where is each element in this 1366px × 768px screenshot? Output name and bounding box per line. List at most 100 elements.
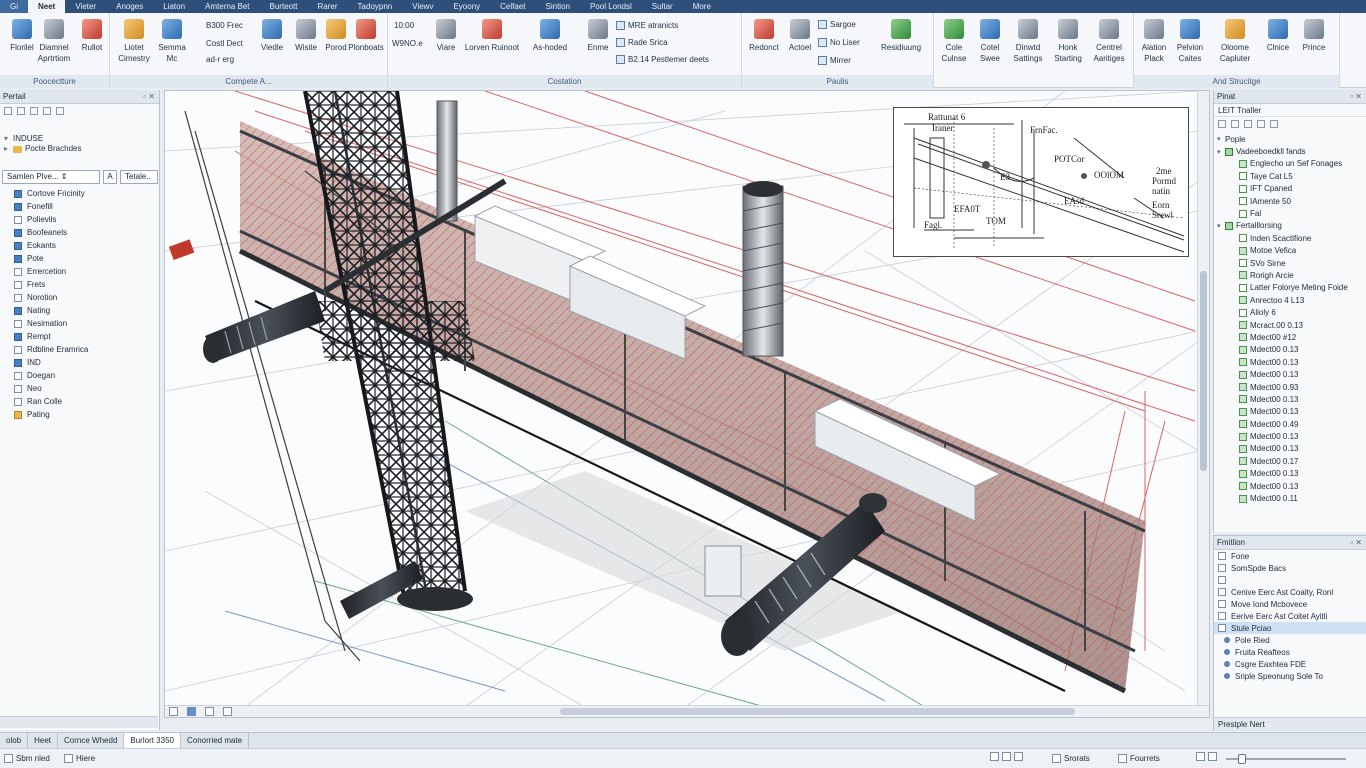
- checkbox[interactable]: [1218, 612, 1226, 620]
- tree-item[interactable]: Taye Cat L5: [1217, 170, 1363, 182]
- hunk-starting-button[interactable]: Honk Starting: [1048, 17, 1088, 69]
- tree-item[interactable]: Mdect00 0.13: [1217, 480, 1363, 492]
- property-row[interactable]: Eerive Eerc Ast Coitet Ayitli: [1214, 610, 1366, 622]
- chevron-down-icon[interactable]: ▾: [1217, 135, 1225, 143]
- liotet-button[interactable]: Liotet Cimestry: [114, 17, 154, 69]
- viare-button[interactable]: Viare: [426, 17, 466, 69]
- tree-root[interactable]: ▾ Pople: [1217, 133, 1363, 145]
- status-item[interactable]: Srorats: [1052, 752, 1090, 765]
- checkbox[interactable]: [1218, 552, 1226, 560]
- layer-item[interactable]: Norotion: [0, 291, 158, 304]
- visibility-checkbox[interactable]: [1239, 432, 1247, 441]
- visibility-checkbox[interactable]: [1239, 407, 1247, 416]
- toolbar-icon[interactable]: [56, 107, 64, 115]
- tree-item[interactable]: Motoe Vefica: [1217, 245, 1363, 257]
- visibility-checkbox[interactable]: [1239, 197, 1247, 206]
- view-toggle-icon[interactable]: [223, 707, 232, 716]
- residiuung-button[interactable]: Residiuung: [874, 17, 928, 69]
- layer-checkbox[interactable]: [14, 241, 22, 250]
- chevron-down-icon[interactable]: ▾: [4, 134, 13, 144]
- status-item[interactable]: Fourrets: [1118, 752, 1160, 765]
- horizontal-scrollbar[interactable]: [165, 705, 1209, 717]
- status-item[interactable]: Sbm nled: [4, 752, 50, 765]
- checkbox[interactable]: [1218, 624, 1226, 632]
- tree-item[interactable]: Englecho un Sef Fonages: [1217, 158, 1363, 170]
- visibility-checkbox[interactable]: [1239, 358, 1247, 367]
- layer-checkbox[interactable]: [14, 345, 22, 354]
- tree-node[interactable]: ▾ INDUSE: [4, 134, 155, 144]
- tree-item[interactable]: Mdect00 0.13: [1217, 393, 1363, 405]
- layout-tab[interactable]: Heet: [28, 733, 59, 748]
- layer-item[interactable]: Boofeanels: [0, 226, 158, 239]
- toolbar-icon[interactable]: [17, 107, 25, 115]
- menu-tab-pool-londsl[interactable]: Pool Londsl: [580, 0, 642, 13]
- chevron-down-icon[interactable]: ▾: [1217, 148, 1225, 156]
- rade-srica-button[interactable]: Rade Srica: [616, 38, 668, 47]
- tetale-dropdown[interactable]: Tetale..: [120, 170, 158, 184]
- tree-item[interactable]: Mdect00 0.13: [1217, 406, 1363, 418]
- visibility-checkbox[interactable]: [1239, 370, 1247, 379]
- checkbox[interactable]: [1218, 564, 1226, 572]
- layer-item[interactable]: Nesimation: [0, 317, 158, 330]
- visibility-checkbox[interactable]: [1239, 469, 1247, 478]
- tree-item[interactable]: IFT Cpaned: [1217, 183, 1363, 195]
- layer-item[interactable]: Cortove Fricinity: [0, 187, 158, 200]
- visibility-checkbox[interactable]: [1239, 246, 1247, 255]
- tree-item[interactable]: Mdect00 0.13: [1217, 468, 1363, 480]
- layer-checkbox[interactable]: [14, 306, 22, 315]
- tree-item[interactable]: Rorigh Arcie: [1217, 269, 1363, 281]
- layer-checkbox[interactable]: [14, 228, 22, 237]
- visibility-checkbox[interactable]: [1225, 221, 1233, 230]
- menu-tab-sultar[interactable]: Sultar: [642, 0, 683, 13]
- visibility-checkbox[interactable]: [1239, 457, 1247, 466]
- tree-item[interactable]: Mcract.00 0.13: [1217, 319, 1363, 331]
- chevron-down-icon[interactable]: ▾: [1217, 222, 1225, 230]
- tree-item[interactable]: Mdect00 0.13: [1217, 356, 1363, 368]
- layer-checkbox[interactable]: [14, 254, 22, 263]
- visibility-checkbox[interactable]: [1239, 420, 1247, 429]
- b1000-button[interactable]: 10:00: [394, 21, 414, 30]
- layer-item[interactable]: Ran Colle: [0, 395, 158, 408]
- property-row[interactable]: Sriple Speonung Sole To: [1214, 670, 1366, 682]
- toolbar-icon[interactable]: [1257, 120, 1265, 128]
- cole-culnse-button[interactable]: Cole Culnse: [934, 17, 974, 69]
- chevron-right-icon[interactable]: ▸: [4, 144, 13, 154]
- 3d-viewport[interactable]: Rattunat 6 Iraner FrnFac. POTCor 2me Por…: [164, 90, 1210, 718]
- w9noe-button[interactable]: W9NO.e: [392, 39, 423, 48]
- tree-item[interactable]: Inden Scactifione: [1217, 232, 1363, 244]
- oloome-capluter-button[interactable]: Oloome Capluter: [1212, 17, 1258, 69]
- pelvion-caites-button[interactable]: Pelvion Caites: [1170, 17, 1210, 69]
- b300-frec-button[interactable]: B300 Frec: [206, 21, 243, 30]
- status-item[interactable]: [1196, 752, 1220, 761]
- menu-tab-liaton[interactable]: Liaton: [153, 0, 195, 13]
- layer-item[interactable]: Fonefill: [0, 200, 158, 213]
- layer-item[interactable]: Errercetion: [0, 265, 158, 278]
- sargoe-button[interactable]: Sargoe: [818, 20, 856, 29]
- zoom-slider[interactable]: [1226, 754, 1346, 764]
- toolbar-icon[interactable]: [30, 107, 38, 115]
- tree-item[interactable]: Mdect00 0.11: [1217, 492, 1363, 504]
- menu-tab-rarer[interactable]: Rarer: [308, 0, 348, 13]
- property-row[interactable]: [1214, 574, 1366, 586]
- toolbar-icon[interactable]: [1231, 120, 1239, 128]
- prince-button[interactable]: Prince: [1294, 17, 1334, 69]
- tree-item[interactable]: Mdect00 0.49: [1217, 418, 1363, 430]
- close-icon[interactable]: ▫ ✕: [1350, 536, 1366, 549]
- layer-checkbox[interactable]: [14, 267, 22, 276]
- lorven-button[interactable]: Lorven Ruinoot: [462, 17, 522, 69]
- layer-checkbox[interactable]: [14, 215, 22, 224]
- zoom-slider-knob[interactable]: [1238, 754, 1246, 764]
- layer-item[interactable]: Neo: [0, 382, 158, 395]
- a-button[interactable]: A: [103, 170, 117, 184]
- menu-tab-gi[interactable]: Gi: [0, 0, 28, 13]
- layer-item[interactable]: Frets: [0, 278, 158, 291]
- layer-checkbox[interactable]: [14, 332, 22, 341]
- tree-item[interactable]: Alioly 6: [1217, 306, 1363, 318]
- tree-item[interactable]: SVo Sirne: [1217, 257, 1363, 269]
- tree-item[interactable]: Anrectoo 4 L13: [1217, 294, 1363, 306]
- menu-tab-more[interactable]: More: [683, 0, 721, 13]
- toolbar-icon[interactable]: [1218, 120, 1226, 128]
- ruhot-button[interactable]: Rullot: [72, 17, 112, 69]
- tree-item[interactable]: ▾ Vadeeboedkll fands: [1217, 145, 1363, 157]
- visibility-checkbox[interactable]: [1239, 345, 1247, 354]
